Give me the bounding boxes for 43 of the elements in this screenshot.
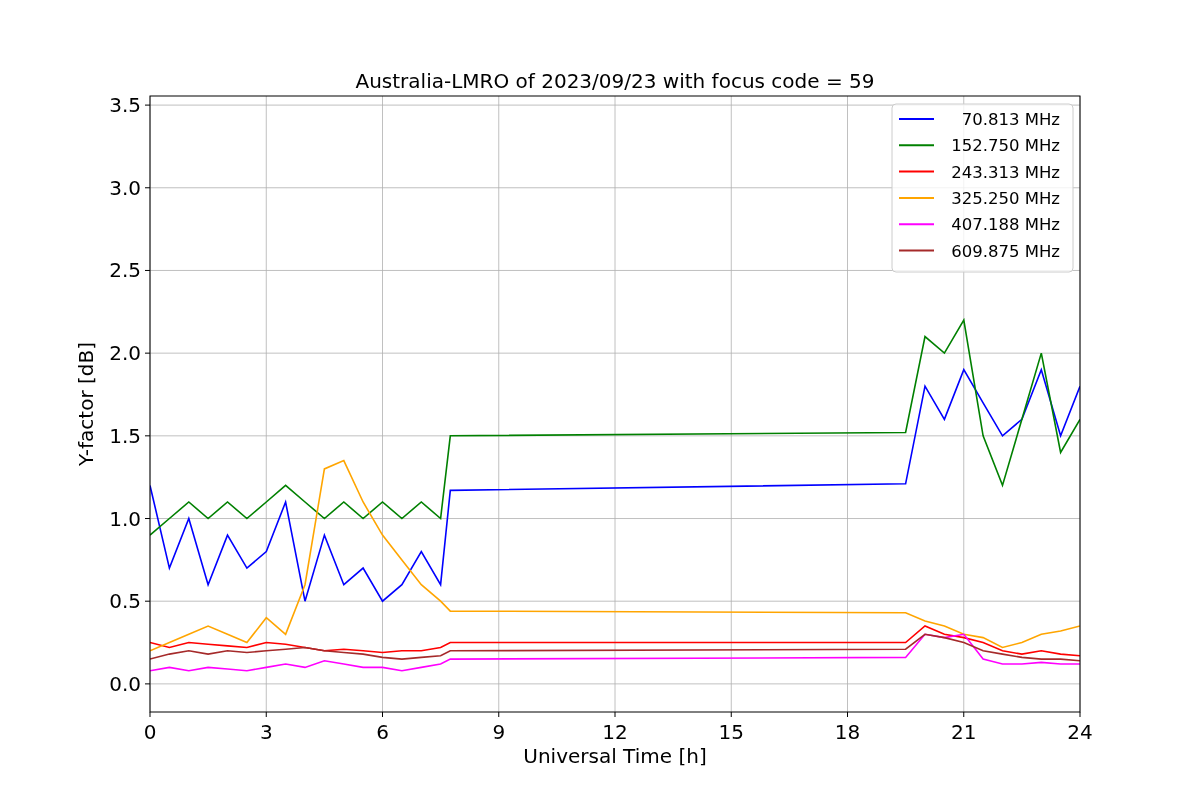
y-tick-label: 1.0 xyxy=(109,506,141,531)
y-tick-label: 3.0 xyxy=(109,175,141,200)
legend-label: 609.875 MHz xyxy=(951,241,1060,261)
legend-label: 325.250 MHz xyxy=(951,188,1060,208)
x-tick-label: 15 xyxy=(718,720,744,744)
y-tick-label: 2.0 xyxy=(109,341,141,366)
y-tick-label: 2.5 xyxy=(109,258,141,283)
x-tick-label: 18 xyxy=(834,720,861,744)
tick-mark xyxy=(144,683,151,685)
tick-mark xyxy=(149,711,151,718)
legend-label: 152.750 MHz xyxy=(951,136,1060,156)
tick-mark xyxy=(963,711,965,718)
x-tick-label: 24 xyxy=(1067,720,1093,744)
y-tick-label: 0.5 xyxy=(109,589,141,614)
legend-label: 243.313 MHz xyxy=(951,162,1060,182)
tick-mark xyxy=(144,269,151,271)
x-tick-label: 0 xyxy=(143,720,157,744)
legend-label: 70.813 MHz xyxy=(961,110,1060,129)
x-tick-label: 9 xyxy=(492,720,506,744)
tick-mark xyxy=(144,104,151,106)
tick-mark xyxy=(144,600,151,602)
tick-mark xyxy=(265,711,267,718)
y-axis-label: Y-factor [dB] xyxy=(74,342,98,466)
x-tick-label: 6 xyxy=(376,720,389,744)
tick-mark xyxy=(144,187,151,189)
tick-mark xyxy=(144,435,151,437)
tick-mark xyxy=(730,711,732,718)
y-tick-label: 0.0 xyxy=(109,671,141,696)
tick-mark xyxy=(498,711,500,718)
tick-mark xyxy=(382,711,383,718)
tick-mark xyxy=(144,518,151,519)
tick-mark xyxy=(614,711,616,718)
tick-mark xyxy=(144,352,151,354)
legend-label: 407.188 MHz xyxy=(951,215,1060,235)
x-tick-label: 21 xyxy=(951,720,977,744)
x-axis-label: Universal Time [h] xyxy=(523,744,707,768)
x-tick-label: 12 xyxy=(602,720,628,744)
tick-mark xyxy=(847,711,848,718)
tick-mark xyxy=(1079,711,1081,718)
y-tick-label: 1.5 xyxy=(109,423,141,448)
y-tick-label: 3.5 xyxy=(109,93,141,118)
chart-title: Australia-LMRO of 2023/09/23 with focus code = 59 xyxy=(355,69,875,93)
x-tick-label: 3 xyxy=(259,720,273,744)
